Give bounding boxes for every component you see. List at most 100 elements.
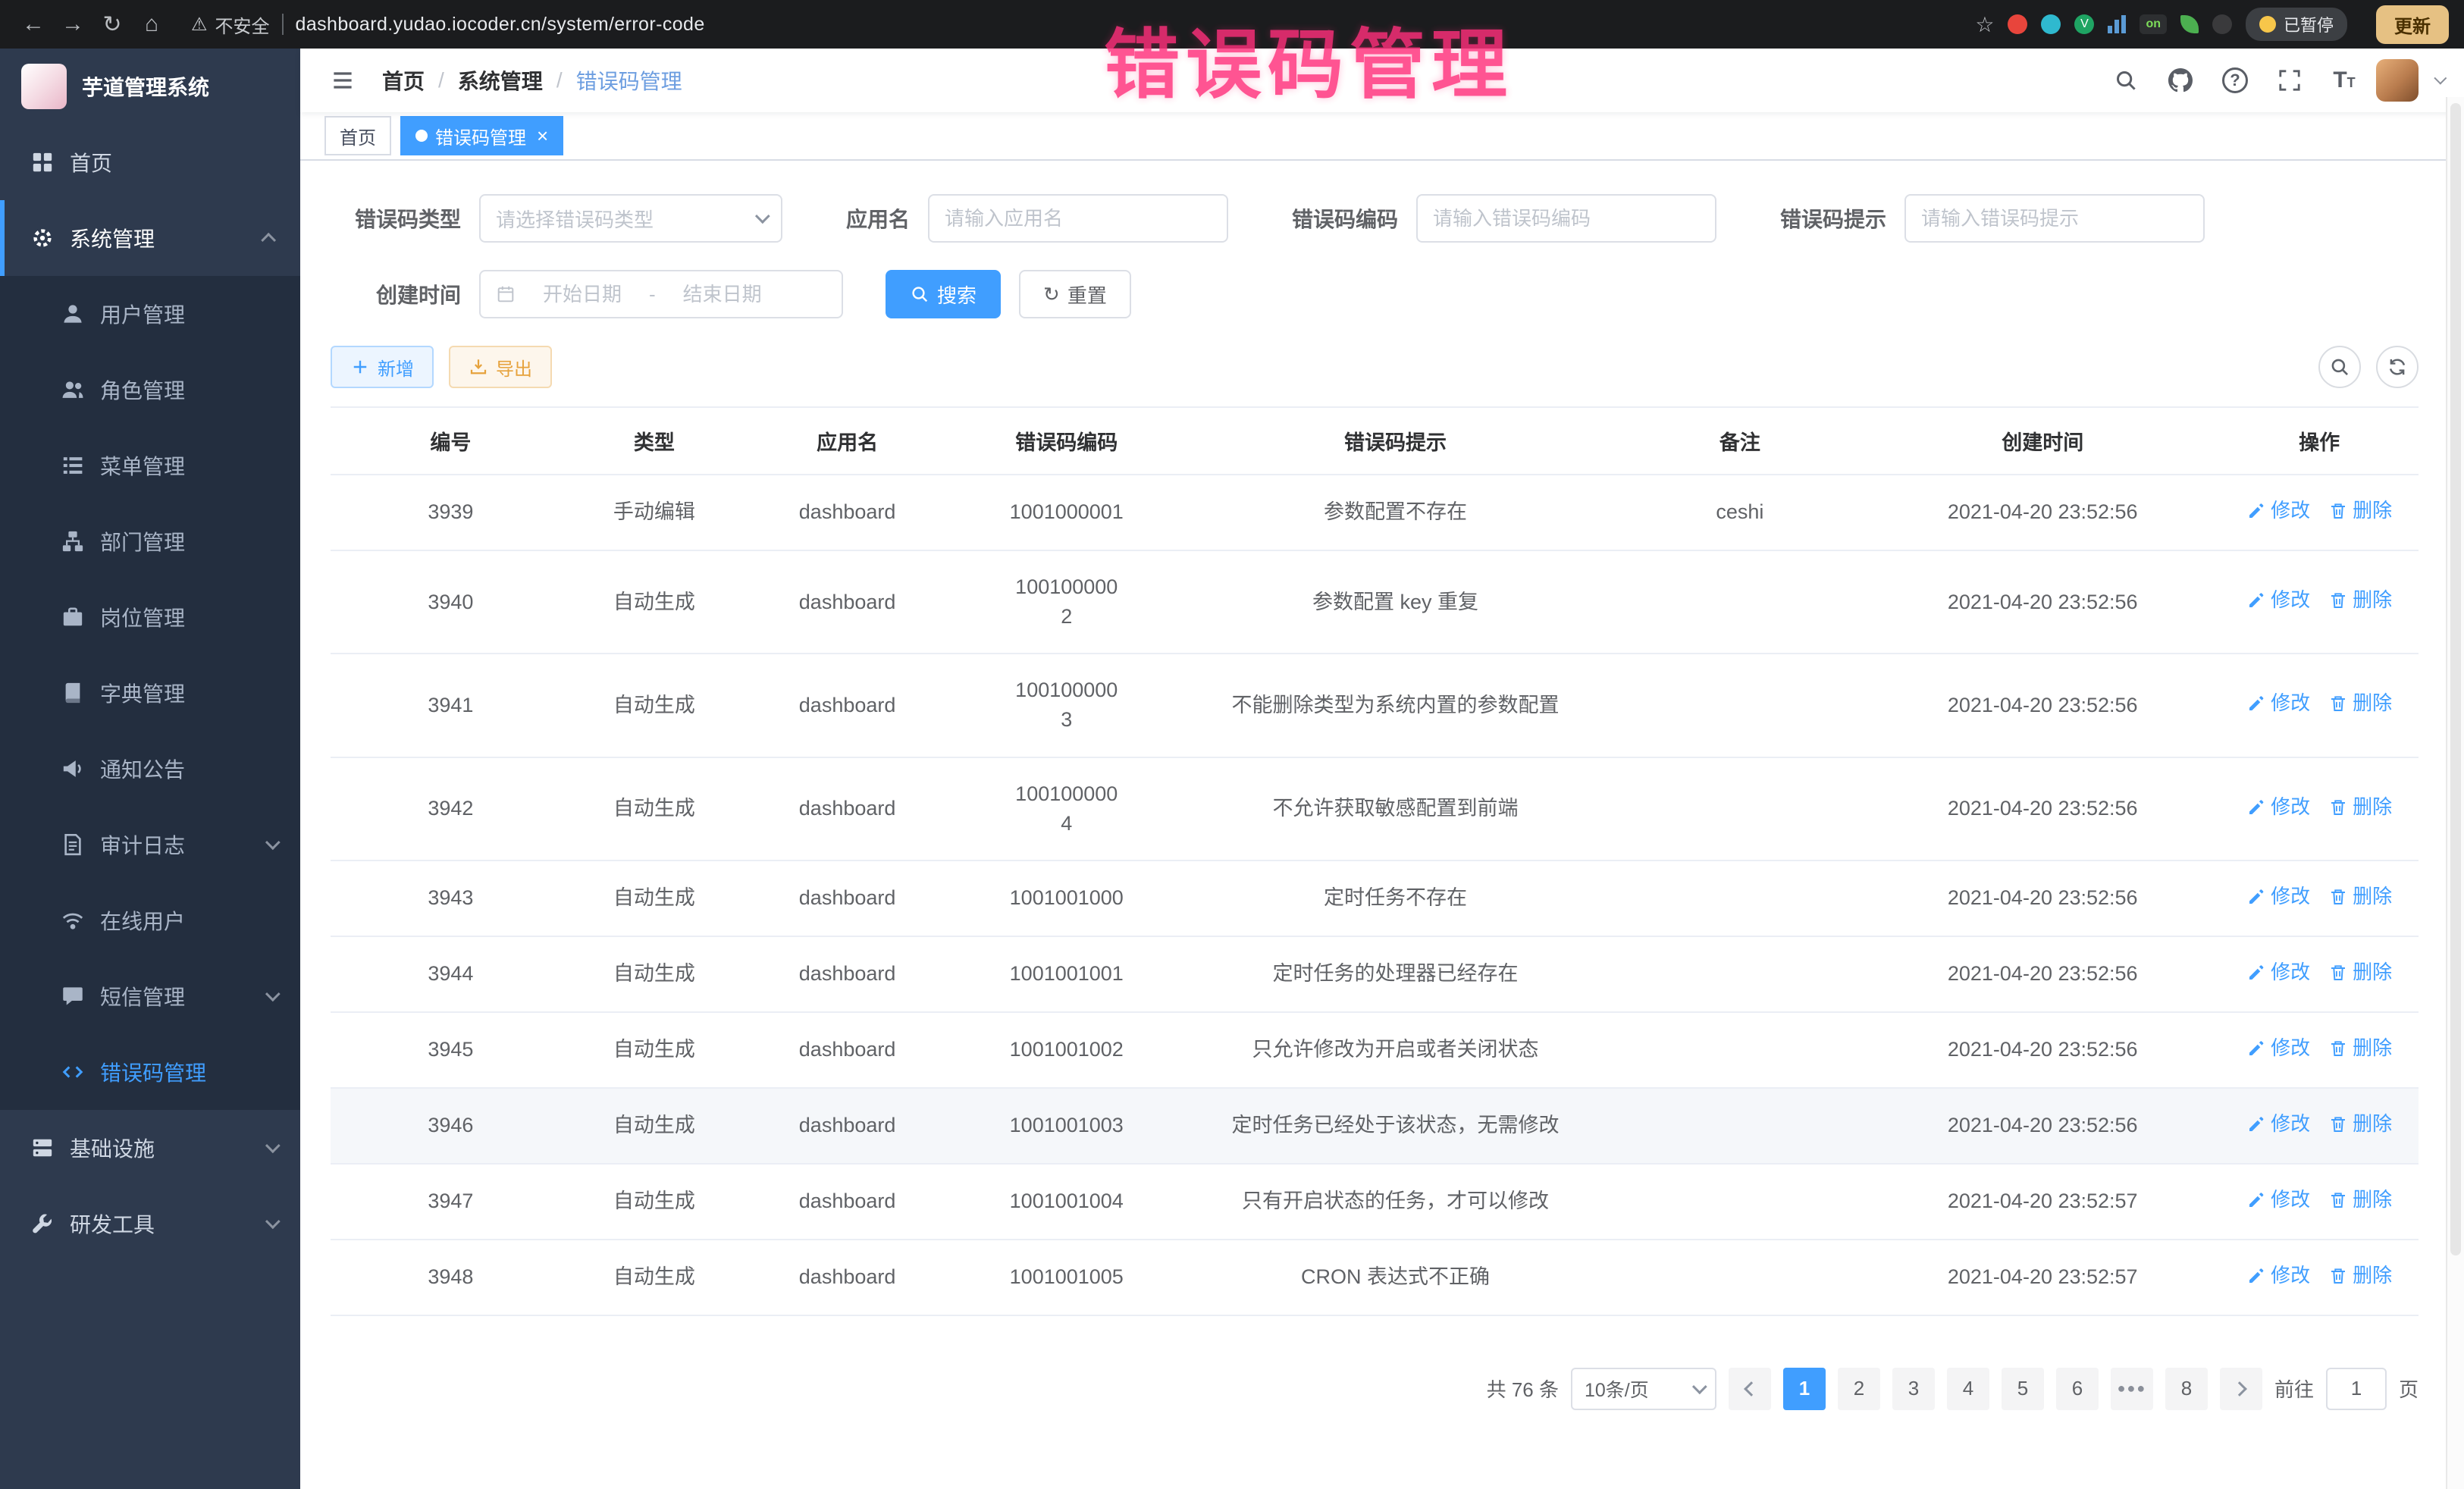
export-button[interactable]: 导出 bbox=[449, 346, 552, 388]
extension-stats-icon[interactable] bbox=[2108, 15, 2126, 33]
extension-on-badge[interactable]: on bbox=[2140, 14, 2167, 34]
delete-link[interactable]: 删除 bbox=[2328, 689, 2392, 718]
pagination-page-8[interactable]: 8 bbox=[2165, 1368, 2208, 1410]
table-row: 3948自动生成dashboard1001001005CRON 表达式不正确20… bbox=[331, 1240, 2419, 1315]
delete-link[interactable]: 删除 bbox=[2328, 497, 2392, 525]
app-logo[interactable]: 芋道管理系统 bbox=[0, 49, 300, 124]
font-size-icon[interactable]: TT bbox=[2321, 58, 2367, 103]
paused-badge[interactable]: 已暂停 bbox=[2246, 8, 2347, 41]
sidebar-item-home[interactable]: 首页 bbox=[0, 124, 300, 200]
breadcrumb-item[interactable]: 首页 bbox=[382, 65, 425, 96]
delete-link[interactable]: 删除 bbox=[2328, 586, 2392, 615]
browser-update-button[interactable]: 更新 bbox=[2376, 5, 2449, 44]
extension-drop-icon[interactable] bbox=[2041, 14, 2061, 34]
toggle-search-button[interactable] bbox=[2318, 346, 2361, 388]
edit-link[interactable]: 修改 bbox=[2246, 882, 2310, 911]
delete-link[interactable]: 删除 bbox=[2328, 1186, 2392, 1215]
fullscreen-icon[interactable] bbox=[2267, 58, 2312, 103]
sidebar-item-error-code[interactable]: 错误码管理 bbox=[0, 1034, 300, 1110]
header-search-icon[interactable] bbox=[2103, 58, 2149, 103]
delete-link[interactable]: 删除 bbox=[2328, 1034, 2392, 1063]
sidebar-item-user[interactable]: 用户管理 bbox=[0, 276, 300, 352]
edit-icon bbox=[2246, 798, 2266, 817]
pagination-ellipsis[interactable]: ●●● bbox=[2111, 1368, 2153, 1410]
tab-error-code[interactable]: 错误码管理× bbox=[400, 116, 563, 155]
sidebar-item-menu[interactable]: 菜单管理 bbox=[0, 428, 300, 503]
address-bar[interactable]: ⚠ 不安全 dashboard.yudao.iocoder.cn/system/… bbox=[191, 11, 1957, 38]
delete-link[interactable]: 删除 bbox=[2328, 882, 2392, 911]
end-date-input[interactable] bbox=[665, 283, 780, 306]
sidebar-item-role[interactable]: 角色管理 bbox=[0, 352, 300, 428]
error-hint-input[interactable] bbox=[1921, 207, 2188, 230]
pagination-page-1[interactable]: 1 bbox=[1783, 1368, 1826, 1410]
pagination-page-2[interactable]: 2 bbox=[1838, 1368, 1880, 1410]
close-icon[interactable]: × bbox=[537, 126, 548, 146]
hamburger-icon[interactable] bbox=[321, 68, 364, 92]
app-name-input[interactable] bbox=[945, 207, 1212, 230]
edit-link[interactable]: 修改 bbox=[2246, 689, 2310, 718]
edit-link[interactable]: 修改 bbox=[2246, 1262, 2310, 1290]
browser-home-icon[interactable]: ⌂ bbox=[133, 6, 170, 42]
chevron-down-icon[interactable] bbox=[2434, 72, 2447, 85]
edit-link[interactable]: 修改 bbox=[2246, 1034, 2310, 1063]
edit-link[interactable]: 修改 bbox=[2246, 1186, 2310, 1215]
extension-paw-icon[interactable] bbox=[2212, 14, 2232, 34]
start-date-input[interactable] bbox=[525, 283, 640, 306]
security-warning[interactable]: ⚠ 不安全 bbox=[191, 11, 270, 38]
next-page-button[interactable] bbox=[2220, 1368, 2262, 1410]
browser-back-icon[interactable]: ← bbox=[15, 6, 52, 42]
cell: dashboard bbox=[738, 936, 957, 1012]
cell: 1001001003 bbox=[957, 1088, 1176, 1164]
cell: 2021-04-20 23:52:57 bbox=[1865, 1240, 2220, 1315]
add-button[interactable]: 新增 bbox=[331, 346, 434, 388]
page-size-select[interactable]: 10条/页 bbox=[1571, 1368, 1716, 1410]
bookmark-star-icon[interactable]: ☆ bbox=[1975, 12, 1994, 37]
delete-link[interactable]: 删除 bbox=[2328, 793, 2392, 822]
edit-link[interactable]: 修改 bbox=[2246, 586, 2310, 615]
extension-record-icon[interactable] bbox=[2008, 14, 2027, 34]
sidebar-item-notice[interactable]: 通知公告 bbox=[0, 731, 300, 807]
cell: ceshi bbox=[1615, 475, 1865, 550]
sidebar-item-system[interactable]: 系统管理 bbox=[0, 200, 300, 276]
scrollbar-thumb[interactable] bbox=[2450, 103, 2461, 1255]
cell: 只有开启状态的任务，才可以修改 bbox=[1176, 1164, 1614, 1240]
tab-home[interactable]: 首页 bbox=[324, 116, 391, 155]
edit-link[interactable]: 修改 bbox=[2246, 793, 2310, 822]
date-range-picker[interactable]: - bbox=[479, 270, 843, 318]
delete-link[interactable]: 删除 bbox=[2328, 1262, 2392, 1290]
pagination-page-3[interactable]: 3 bbox=[1892, 1368, 1935, 1410]
browser-reload-icon[interactable]: ↻ bbox=[94, 6, 130, 42]
edit-link[interactable]: 修改 bbox=[2246, 497, 2310, 525]
extension-check-icon[interactable]: V bbox=[2074, 14, 2094, 34]
delete-link[interactable]: 删除 bbox=[2328, 958, 2392, 987]
prev-page-button[interactable] bbox=[1729, 1368, 1771, 1410]
search-button[interactable]: 搜索 bbox=[886, 270, 1001, 318]
breadcrumb-item[interactable]: 系统管理 bbox=[458, 65, 543, 96]
help-icon[interactable]: ? bbox=[2212, 58, 2258, 103]
goto-page-input[interactable] bbox=[2326, 1368, 2387, 1410]
browser-forward-icon[interactable]: → bbox=[55, 6, 91, 42]
edit-link[interactable]: 修改 bbox=[2246, 958, 2310, 987]
main-area: 首页/系统管理/错误码管理 ? TT 首页错误码管理× 错误码类型 bbox=[300, 49, 2464, 1489]
pagination-page-6[interactable]: 6 bbox=[2056, 1368, 2099, 1410]
sidebar-item-infra[interactable]: 基础设施 bbox=[0, 1110, 300, 1186]
sidebar-item-sms[interactable]: 短信管理 bbox=[0, 958, 300, 1034]
sidebar-item-post[interactable]: 岗位管理 bbox=[0, 579, 300, 655]
error-code-input[interactable] bbox=[1433, 207, 1700, 230]
avatar[interactable] bbox=[2376, 59, 2419, 102]
github-icon[interactable] bbox=[2158, 58, 2203, 103]
reset-button[interactable]: ↻ 重置 bbox=[1019, 270, 1131, 318]
page-scrollbar[interactable] bbox=[2446, 97, 2464, 1489]
refresh-button[interactable] bbox=[2376, 346, 2419, 388]
sidebar-item-dept[interactable]: 部门管理 bbox=[0, 503, 300, 579]
sidebar-item-online-user[interactable]: 在线用户 bbox=[0, 882, 300, 958]
sidebar-item-devtool[interactable]: 研发工具 bbox=[0, 1186, 300, 1262]
sidebar-item-audit-log[interactable]: 审计日志 bbox=[0, 807, 300, 882]
delete-link[interactable]: 删除 bbox=[2328, 1110, 2392, 1139]
pagination-page-5[interactable]: 5 bbox=[2002, 1368, 2044, 1410]
error-type-select[interactable]: 请选择错误码类型 bbox=[479, 194, 782, 243]
pagination-page-4[interactable]: 4 bbox=[1947, 1368, 1989, 1410]
edit-link[interactable]: 修改 bbox=[2246, 1110, 2310, 1139]
extension-leaf-icon[interactable] bbox=[2180, 15, 2199, 33]
sidebar-item-dict[interactable]: 字典管理 bbox=[0, 655, 300, 731]
